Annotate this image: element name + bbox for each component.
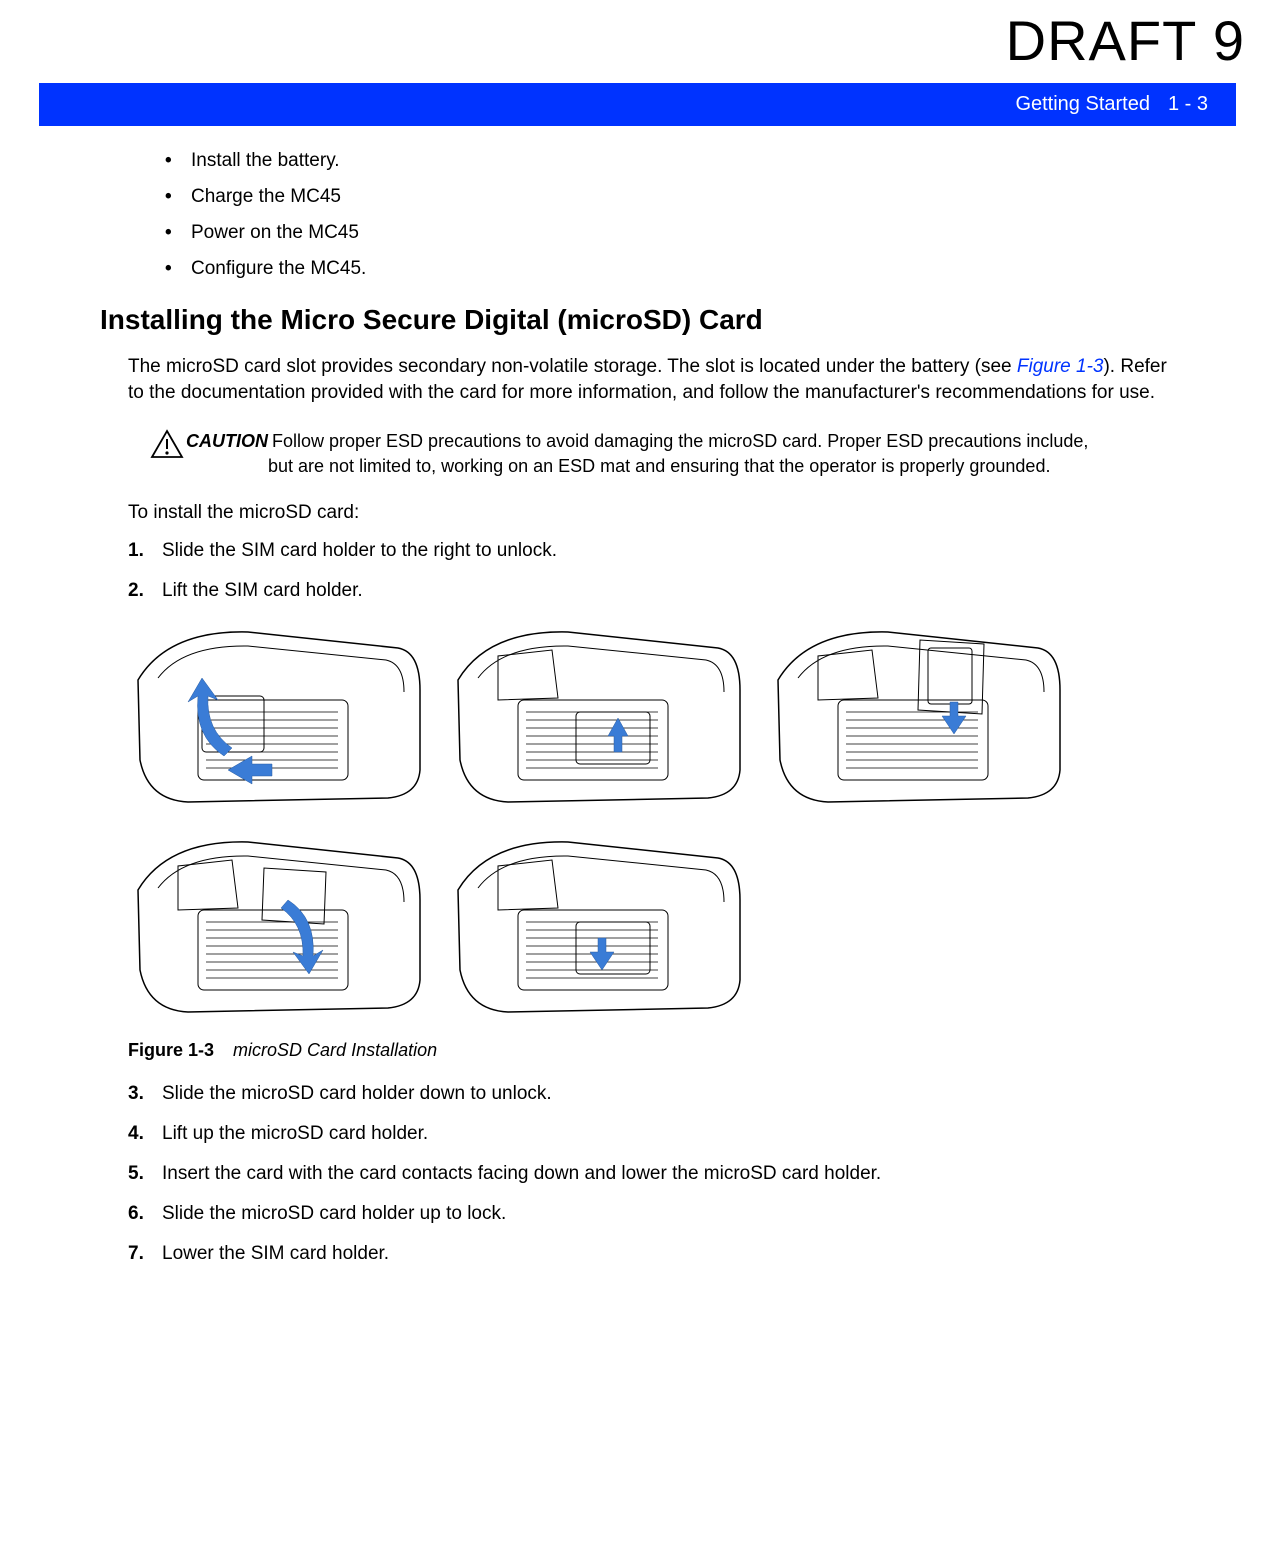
figure-number: Figure 1-3 (128, 1040, 214, 1060)
caution-icon (150, 429, 184, 459)
step-text-rest: the SIM card holder to the right to unlo… (204, 540, 557, 561)
device-illustration-3 (768, 620, 1068, 810)
caution-block: CAUTIONFollow proper ESD precautions to … (150, 429, 1175, 478)
device-illustration-4 (128, 830, 428, 1020)
content-area: Install the battery. Charge the MC45 Pow… (100, 150, 1175, 1283)
figure-reference-link[interactable]: Figure 1-3 (1017, 356, 1104, 377)
section-heading: Installing the Micro Secure Digital (mic… (100, 304, 1175, 336)
caution-text: CAUTIONFollow proper ESD precautions to … (186, 429, 1088, 478)
list-item: Install the battery. (165, 150, 1175, 172)
list-item: Power on the MC45 (165, 222, 1175, 244)
step-item: 7. Lower the SIM card holder. (128, 1243, 1175, 1265)
intro-paragraph: The microSD card slot provides secondary… (128, 354, 1175, 405)
step-item: 6. Slide the microSD card holder up to lo… (128, 1203, 1175, 1225)
step-text-pre: Slide (162, 540, 204, 561)
device-illustration-1 (128, 620, 428, 810)
step-number: 6. (128, 1203, 144, 1225)
figure-row-2 (128, 830, 1175, 1020)
step-number: 4. (128, 1123, 144, 1145)
step-item: 5. Insert the card with the card contacts… (128, 1163, 1175, 1185)
caution-body-line1: Follow proper ESD precautions to avoid d… (272, 431, 1088, 451)
step-item: 2. Lift the SIM card holder. (128, 580, 1175, 602)
step-number: 3. (128, 1083, 144, 1105)
step-text: Lower the SIM card holder. (162, 1243, 389, 1264)
steps-list-rest: 3. Slide the microSD card holder down to … (128, 1083, 1175, 1265)
top-bullet-list: Install the battery. Charge the MC45 Pow… (165, 150, 1175, 280)
page: DRAFT 9 Getting Started 1 - 3 Install th… (0, 0, 1275, 1548)
step-number: 7. (128, 1243, 144, 1265)
list-item: Configure the MC45. (165, 258, 1175, 280)
step-item: 1. Slide the SIM card holder to the righ… (128, 540, 1175, 562)
caution-body-line2: but are not limited to, working on an ES… (268, 454, 1088, 478)
caution-keyword: CAUTION (186, 431, 268, 451)
header-page: 1 - 3 (1168, 93, 1208, 116)
list-item: Charge the MC45 (165, 186, 1175, 208)
step-text: Slide the microSD card holder up to lock… (162, 1203, 506, 1224)
device-illustration-2 (448, 620, 748, 810)
step-item: 4. Lift up the microSD card holder. (128, 1123, 1175, 1145)
steps-list-first: 1. Slide the SIM card holder to the righ… (128, 540, 1175, 602)
step-number: 2. (128, 580, 144, 602)
lead-in-text: To install the microSD card: (128, 502, 1175, 524)
step-item: 3. Slide the microSD card holder down to … (128, 1083, 1175, 1105)
step-number: 5. (128, 1163, 144, 1185)
step-text: Insert the card with the card contacts f… (162, 1163, 881, 1184)
device-illustration-5 (448, 830, 748, 1020)
figure-title: microSD Card Installation (233, 1040, 437, 1060)
figure-caption: Figure 1-3 microSD Card Installation (128, 1040, 1175, 1061)
watermark-text: DRAFT 9 (1006, 8, 1245, 73)
step-text-rest: Lift the SIM card holder. (162, 580, 363, 601)
intro-text-pre: The microSD card slot provides secondary… (128, 356, 1017, 377)
step-text: Lift up the microSD card holder. (162, 1123, 428, 1144)
figure-block: Figure 1-3 microSD Card Installation (128, 620, 1175, 1061)
step-text: Slide the microSD card holder down to un… (162, 1083, 552, 1104)
figure-row-1 (128, 620, 1175, 810)
header-chapter: Getting Started (1015, 93, 1150, 116)
step-number: 1. (128, 540, 144, 562)
header-bar: Getting Started 1 - 3 (39, 83, 1236, 126)
